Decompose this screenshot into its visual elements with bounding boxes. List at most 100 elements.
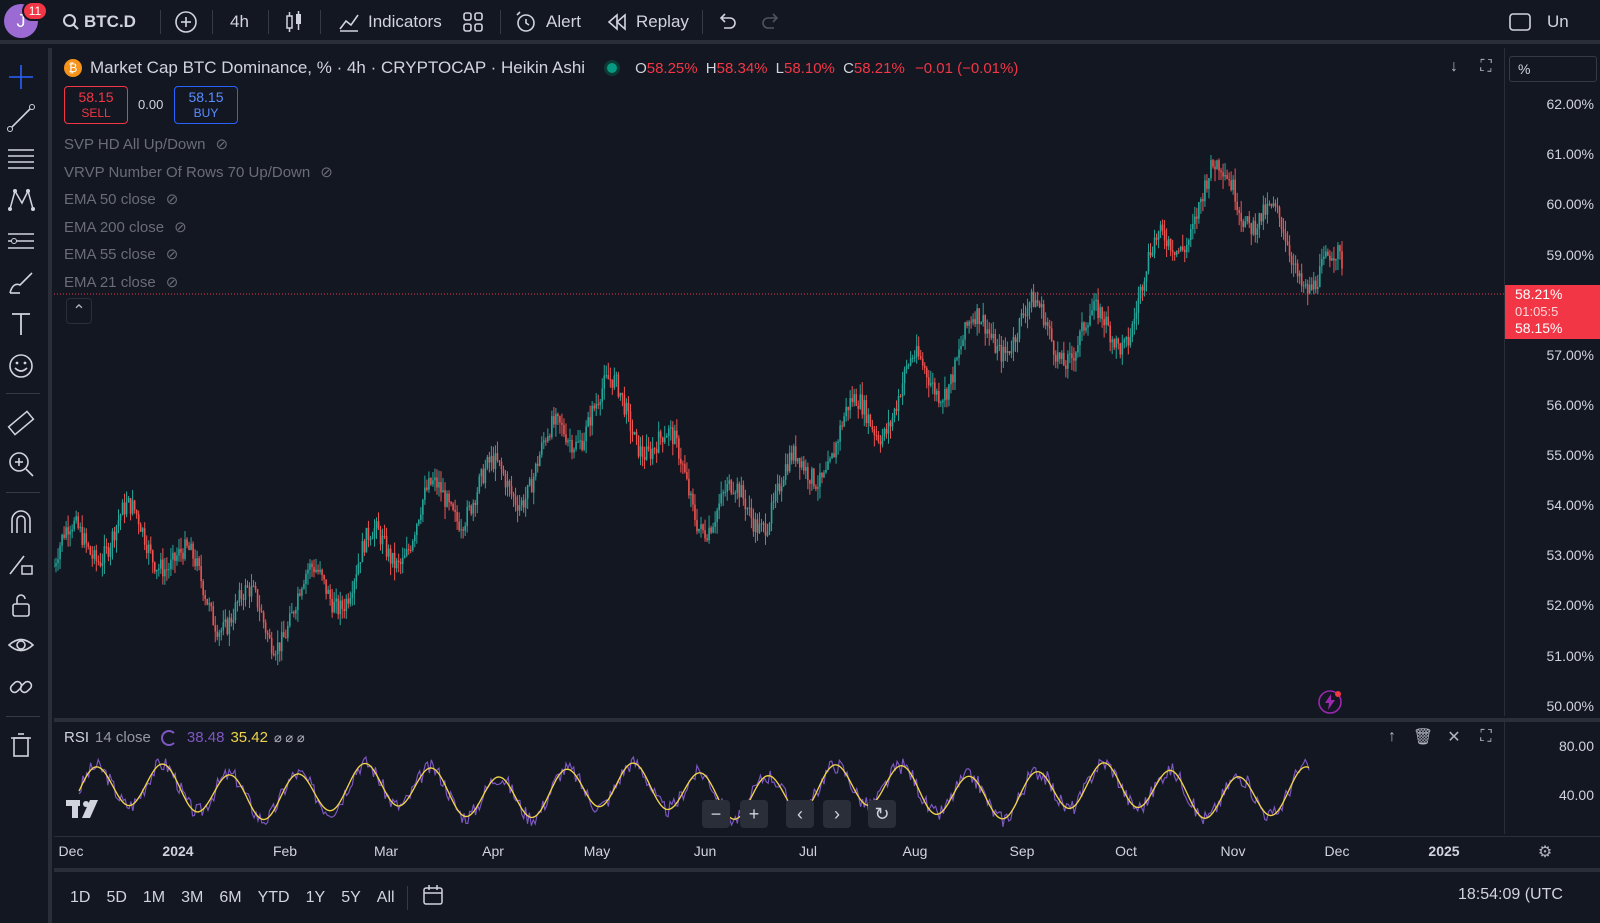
eye-off-icon[interactable]: ⊘ (215, 135, 228, 153)
layouts-button[interactable] (462, 0, 484, 44)
indicator-ema-55[interactable]: EMA 55 close ⊘ (64, 245, 179, 264)
indicator-ema-21[interactable]: EMA 21 close ⊘ (64, 273, 179, 292)
reset-chart-button[interactable]: ↻ (868, 800, 896, 828)
move-pane-up-button[interactable]: ↑ (1379, 724, 1405, 750)
price-scale[interactable]: % 62.00% 61.00% 60.00% 59.00% 57.00% 56.… (1504, 48, 1600, 716)
unnamed-layout-label[interactable]: Un (1547, 0, 1569, 44)
candle-body (798, 458, 801, 468)
eye-off-icon[interactable]: ⊘ (166, 273, 179, 291)
sell-button[interactable]: 58.15 SELL (64, 86, 128, 124)
candle-body (726, 483, 729, 492)
trash-icon[interactable] (6, 730, 36, 760)
clock-label[interactable]: 18:54:09 (UTC (1458, 886, 1563, 904)
scale-unit-button[interactable]: % (1509, 56, 1597, 82)
candle-body (929, 383, 932, 386)
candle-body (149, 544, 152, 551)
buy-button[interactable]: 58.15 BUY (174, 86, 238, 124)
collapse-legend-button[interactable]: ⌃ (66, 298, 92, 324)
eye-off-icon[interactable]: ⊘ (166, 245, 179, 263)
candle-body (331, 598, 333, 613)
lightning-icon[interactable] (1316, 688, 1344, 716)
link-icon[interactable] (6, 672, 36, 702)
candle-body (978, 308, 980, 325)
redo-button[interactable] (760, 0, 782, 44)
text-icon[interactable] (6, 309, 36, 339)
download-button[interactable]: ↓ (1441, 54, 1467, 80)
range-all[interactable]: All (377, 889, 395, 907)
zoom-in-icon[interactable] (6, 449, 36, 479)
candle-body (1129, 336, 1132, 346)
candle-body (1040, 304, 1043, 308)
range-1d[interactable]: 1D (70, 889, 90, 907)
indicator-label: EMA 200 close (64, 218, 165, 236)
chart-title[interactable]: Market Cap BTC Dominance, % · 4h · CRYPT… (90, 58, 585, 78)
collapse-pane-button[interactable]: ✕ (1441, 724, 1467, 750)
candle-body (944, 388, 946, 401)
alert-button[interactable]: Alert (514, 0, 581, 44)
compare-button[interactable] (174, 0, 198, 44)
candle-body (964, 322, 966, 340)
candle-body (224, 619, 227, 623)
indicators-button[interactable]: Indicators (338, 0, 442, 44)
candle-body (105, 546, 108, 548)
scroll-left-button[interactable]: ‹ (786, 800, 814, 828)
rsi-scale[interactable]: 80.00 40.00 (1504, 718, 1600, 834)
fib-retracement-icon[interactable] (6, 144, 36, 174)
zoom-out-button[interactable]: − (702, 800, 730, 828)
maximize-pane-button[interactable]: ⛶ (1473, 54, 1499, 80)
rsi-label[interactable]: RSI (64, 729, 89, 746)
lock-drawing-icon[interactable] (6, 548, 36, 578)
range-1m[interactable]: 1M (143, 889, 165, 907)
magnet-icon[interactable] (6, 507, 36, 537)
undo-button[interactable] (716, 0, 738, 44)
indicator-label: VRVP Number Of Rows 70 Up/Down (64, 163, 311, 181)
candle-body (643, 456, 646, 460)
interval-button[interactable]: 4h (230, 0, 249, 44)
crosshair-icon[interactable] (6, 62, 36, 92)
ruler-icon[interactable] (6, 408, 36, 438)
calendar-icon[interactable] (422, 884, 444, 911)
trendline-icon[interactable] (6, 103, 36, 133)
fullscreen-button[interactable] (1508, 0, 1532, 44)
candle-body (1236, 201, 1238, 211)
indicator-svp[interactable]: SVP HD All Up/Down ⊘ (64, 135, 228, 154)
range-ytd[interactable]: YTD (258, 889, 290, 907)
range-3m[interactable]: 3M (181, 889, 203, 907)
candle-body (980, 322, 982, 325)
time-axis[interactable]: Dec 2024 Feb Mar Apr May Jun Jul Aug Sep… (54, 836, 1600, 866)
range-5y[interactable]: 5Y (341, 889, 361, 907)
candle-body (210, 603, 213, 607)
candle-body (127, 498, 130, 503)
candle-body (115, 525, 118, 541)
candle-body (1282, 229, 1285, 234)
brush-icon[interactable] (6, 267, 36, 297)
candle-body (1226, 174, 1228, 180)
emoji-icon[interactable] (6, 351, 36, 381)
candle-body (1228, 179, 1230, 181)
range-6m[interactable]: 6M (219, 889, 241, 907)
unlock-icon[interactable] (6, 590, 36, 620)
delete-pane-button[interactable]: 🗑 (1410, 724, 1436, 750)
scroll-right-button[interactable]: › (823, 800, 851, 828)
eye-off-icon[interactable]: ⊘ (166, 190, 179, 208)
indicator-ema-200[interactable]: EMA 200 close ⊘ (64, 218, 187, 237)
indicator-vrvp[interactable]: VRVP Number Of Rows 70 Up/Down ⊘ (64, 163, 333, 182)
maximize-rsi-button[interactable]: ⛶ (1473, 724, 1499, 750)
eye-off-icon[interactable]: ⊘ (320, 163, 333, 181)
eye-off-icon[interactable]: ⊘ (174, 218, 187, 236)
chart-settings-button[interactable]: ⚙ (1532, 839, 1558, 865)
replay-button[interactable]: Replay (606, 0, 689, 44)
eye-icon[interactable] (6, 630, 36, 660)
rsi-tick: 40.00 (1558, 787, 1594, 803)
price-chart[interactable] (54, 48, 1504, 716)
price-tick: 52.00% (1546, 597, 1594, 613)
range-5d[interactable]: 5D (106, 889, 126, 907)
pattern-icon[interactable] (6, 185, 36, 215)
candle-body (188, 545, 190, 550)
chart-type-button[interactable] (284, 0, 304, 44)
forecast-icon[interactable] (6, 226, 36, 256)
range-1y[interactable]: 1Y (306, 889, 326, 907)
zoom-in-button[interactable]: + (740, 800, 768, 828)
symbol-search-button[interactable]: BTC.D (62, 0, 136, 44)
indicator-ema-50[interactable]: EMA 50 close ⊘ (64, 190, 179, 209)
